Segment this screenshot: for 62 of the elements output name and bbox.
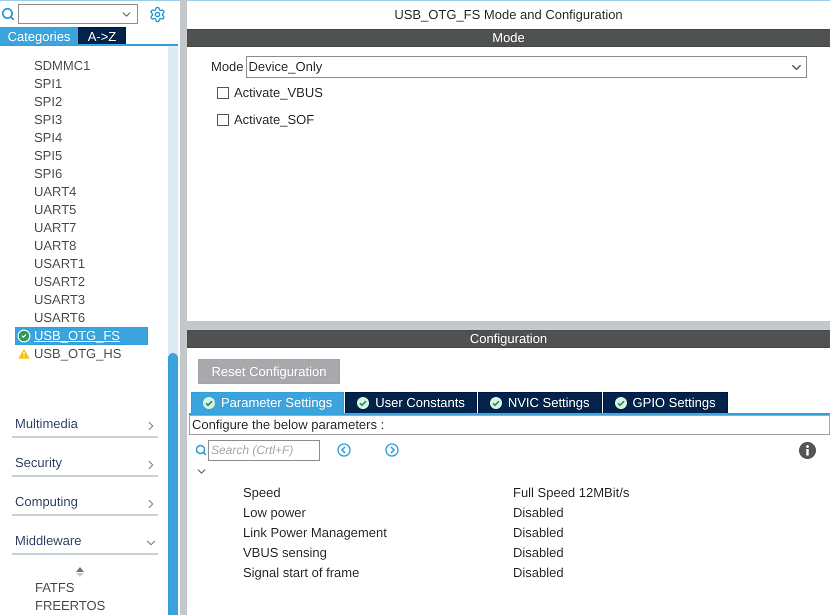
parameter-name: Speed — [243, 484, 282, 502]
scrollbar-thumb[interactable] — [168, 353, 178, 615]
middleware-item[interactable]: FATFS — [35, 579, 158, 597]
check-icon — [17, 329, 31, 343]
peripheral-item[interactable]: SPI6 — [15, 165, 148, 183]
parameter-value: Full Speed 12MBit/s — [513, 484, 630, 502]
parameter-name: Signal start of frame — [243, 564, 360, 582]
check-icon — [357, 396, 370, 408]
peripheral-item[interactable]: SPI2 — [15, 93, 148, 111]
peripheral-item[interactable]: SDMMC1 — [15, 57, 148, 75]
view-tab[interactable]: A->Z — [78, 27, 126, 44]
parameter-value: Disabled — [513, 504, 564, 522]
warning-icon — [17, 347, 31, 361]
parameter-value: Disabled — [513, 564, 564, 582]
check-icon — [203, 396, 215, 408]
peripheral-item[interactable]: USART1 — [15, 255, 148, 273]
previous-icon[interactable] — [337, 443, 351, 457]
sort-icon — [76, 567, 84, 577]
mode-label: Mode — [211, 58, 244, 76]
category-header[interactable]: Multimedia — [12, 399, 158, 438]
middleware-item[interactable]: FREERTOS — [35, 597, 158, 615]
search-field[interactable] — [18, 4, 138, 24]
search-field[interactable]: Search (Crtl+F) — [208, 440, 320, 460]
category-header[interactable]: Computing — [12, 477, 158, 516]
check-icon — [490, 396, 502, 408]
peripheral-item[interactable]: UART8 — [15, 237, 148, 255]
parameter-name: VBUS sensing — [243, 544, 328, 562]
check-icon — [614, 396, 627, 408]
category-header[interactable]: Security — [12, 438, 158, 477]
peripheral-item[interactable]: USART2 — [15, 273, 148, 291]
search-icon — [195, 444, 207, 456]
checkbox[interactable] — [217, 114, 229, 126]
search-icon — [1, 7, 15, 21]
parameter-value: Disabled — [513, 524, 564, 542]
settings-tab[interactable]: GPIO Settings — [602, 392, 728, 413]
category-header[interactable]: Middleware — [12, 516, 158, 555]
peripheral-item[interactable]: USART3 — [15, 291, 148, 309]
checkbox[interactable] — [217, 87, 229, 99]
peripheral-item[interactable]: USART6 — [15, 309, 148, 327]
parameter-name: Link Power Management — [243, 524, 388, 542]
info-icon[interactable] — [799, 442, 816, 458]
peripheral-item[interactable]: SPI5 — [15, 147, 148, 165]
peripheral-item[interactable]: USB_OTG_HS — [15, 345, 148, 363]
mode-select[interactable]: Device_Only — [246, 56, 807, 78]
peripheral-item[interactable]: SPI1 — [15, 75, 148, 93]
parameter-name: Low power — [243, 504, 307, 522]
settings-tab[interactable]: NVIC Settings — [478, 392, 602, 413]
next-icon[interactable] — [385, 443, 399, 457]
hint-text: Configure the below parameters : — [189, 415, 830, 435]
checkbox-label: Activate_VBUS — [234, 84, 323, 102]
peripheral-item[interactable]: UART5 — [15, 201, 148, 219]
checkbox-label: Activate_SOF — [234, 111, 314, 129]
settings-tab[interactable]: User Constants — [345, 392, 477, 413]
parameter-value: Disabled — [513, 544, 564, 562]
settings-icon[interactable] — [149, 6, 166, 22]
section-header: Configuration — [187, 330, 830, 348]
panel-title: USB_OTG_FS Mode and Configuration — [393, 6, 624, 24]
peripheral-item[interactable]: UART7 — [15, 219, 148, 237]
peripheral-item[interactable]: UART4 — [15, 183, 148, 201]
peripheral-item[interactable]: SPI4 — [15, 129, 148, 147]
section-header: Mode — [187, 29, 830, 47]
peripheral-item[interactable]: SPI3 — [15, 111, 148, 129]
